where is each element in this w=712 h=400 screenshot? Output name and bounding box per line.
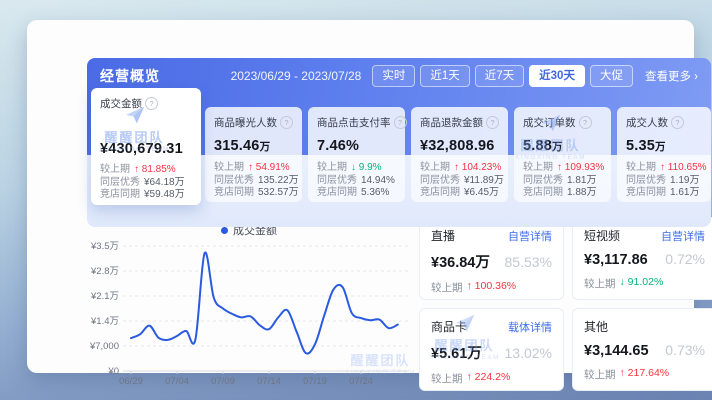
business-overview-page: 经营概览 2023/06/29 - 2023/07/28 实时近1天近7天近30… (0, 0, 712, 400)
panel-title: 商品卡 (431, 318, 467, 335)
change-value: ↓ 9.9% (351, 162, 382, 175)
metric-value: ¥430,679.31 (100, 141, 183, 157)
svg-text:¥2.1万: ¥2.1万 (90, 291, 119, 302)
trend-chart-svg: ¥3.5万 ¥2.8万 ¥2.1万 ¥1.4万 ¥7,000 ¥006/29 07/04 07… (83, 238, 415, 388)
legend-dot-icon (221, 227, 228, 234)
panel-title: 其他 (584, 318, 608, 335)
help-icon[interactable]: ? (671, 116, 684, 129)
svg-text:07/19: 07/19 (303, 376, 327, 387)
time-tab-3[interactable]: 近30天 (529, 65, 585, 87)
carrier-detail-link[interactable]: 载体详情 (508, 319, 552, 335)
svg-text:07/09: 07/09 (211, 376, 235, 387)
svg-text:07/24: 07/24 (349, 376, 373, 387)
svg-text:06/29: 06/29 (119, 376, 143, 387)
metric-label: 成交人数 (626, 115, 668, 130)
change-value: ↑ 81.85% (134, 164, 176, 177)
time-tab-0[interactable]: 实时 (372, 65, 415, 87)
metric-value: 315.46 (214, 138, 260, 154)
metric-card-refund[interactable]: 商品退款金额? ¥32,808.96 较上期↑ 104.23% 同层优秀¥11.… (411, 107, 508, 202)
panel-product-card: 商品卡载体详情 ¥5.61万13.02% 较上期↑ 224.2% (419, 308, 564, 391)
metric-card-gmv[interactable]: 成交金额? ¥430,679.31 较上期↑ 81.85% 同层优秀¥64.18… (91, 88, 201, 205)
change-value: ↑ 109.93% (557, 162, 604, 175)
date-range[interactable]: 2023/06/29 - 2023/07/28 (231, 69, 362, 83)
panel-value: ¥36.84万 (431, 251, 490, 272)
metric-value: ¥32,808.96 (420, 138, 495, 154)
change-value: ↑ 217.64% (620, 367, 670, 382)
svg-text:07/14: 07/14 (257, 376, 281, 387)
change-value: ↑ 100.36% (467, 280, 517, 295)
live-detail-link[interactable]: 自营详情 (508, 228, 552, 244)
svg-text:¥7,000: ¥7,000 (89, 341, 119, 352)
metric-label: 成交订单数 (523, 115, 576, 130)
metric-label: 商品退款金额 (420, 115, 483, 130)
channel-panels: 直播自营详情 ¥36.84万85.53% 较上期↑ 100.36% 短视频自营详… (419, 217, 712, 391)
change-value: ↑ 54.91% (248, 162, 290, 175)
panel-short-video: 短视频自营详情 ¥3,117.860.72% 较上期↓ 91.02% (572, 217, 712, 300)
help-icon[interactable]: ? (486, 116, 499, 129)
help-icon[interactable]: ? (145, 97, 158, 110)
svg-text:¥3.5万: ¥3.5万 (90, 241, 119, 252)
panel-value: ¥3,117.86 (584, 252, 648, 268)
time-tab-1[interactable]: 近1天 (420, 65, 469, 87)
panel-value: ¥5.61万 (431, 342, 482, 363)
metric-label: 商品点击支付率 (317, 115, 391, 130)
panel-other: 其他 ¥3,144.650.73% 较上期↑ 217.64% (572, 308, 712, 391)
help-icon[interactable]: ? (280, 116, 293, 129)
page-title: 经营概览 (100, 66, 160, 86)
metric-card-exposure[interactable]: 商品曝光人数? 315.46万 较上期↑ 54.91% 同层优秀135.22万 … (205, 107, 302, 202)
gmv-trend-chart: 成交金额 ¥3.5万¥2.8万¥2.1万¥1.4万¥7,000¥006/2907… (83, 222, 415, 390)
metric-label: 成交金额 (100, 96, 142, 111)
help-icon[interactable]: ? (579, 116, 592, 129)
panel-share: 85.53% (505, 254, 552, 270)
change-value: ↑ 110.65% (660, 162, 707, 175)
panel-title: 直播 (431, 227, 455, 244)
help-icon[interactable]: ? (394, 116, 407, 129)
time-tab-4[interactable]: 大促 (590, 65, 633, 87)
metric-card-orders[interactable]: 成交订单数? 5.88万 较上期↑ 109.93% 同层优秀1.81万 竞店同期… (514, 107, 611, 202)
svg-text:07/04: 07/04 (165, 376, 189, 387)
panel-live: 直播自营详情 ¥36.84万85.53% 较上期↑ 100.36% (419, 217, 564, 300)
svg-text:¥0: ¥0 (107, 366, 119, 377)
panel-title: 短视频 (584, 227, 620, 244)
svg-text:¥1.4万: ¥1.4万 (90, 316, 119, 327)
panel-share: 13.02% (505, 345, 552, 361)
metric-card-buyers[interactable]: 成交人数? 5.35万 较上期↑ 110.65% 同层优秀1.19万 竞店同期1… (617, 107, 711, 202)
metric-value: 5.88 (523, 138, 552, 154)
panel-share: 0.73% (665, 342, 705, 358)
view-more-link[interactable]: 查看更多 › (645, 68, 698, 84)
metric-value: 7.46% (317, 138, 359, 154)
short-video-detail-link[interactable]: 自营详情 (661, 228, 705, 244)
change-value: ↑ 104.23% (454, 162, 501, 175)
panel-value: ¥3,144.65 (584, 343, 649, 359)
change-value: ↓ 91.02% (620, 276, 664, 291)
time-tab-2[interactable]: 近7天 (475, 65, 524, 87)
svg-text:¥2.8万: ¥2.8万 (90, 266, 119, 277)
chevron-right-icon: › (694, 71, 698, 83)
metric-value: 5.35 (626, 138, 655, 154)
panel-share: 0.72% (665, 251, 705, 267)
overview-card: 经营概览 2023/06/29 - 2023/07/28 实时近1天近7天近30… (27, 20, 694, 373)
metric-label: 商品曝光人数 (214, 115, 277, 130)
metric-card-click-pay-rate[interactable]: 商品点击支付率? 7.46% 较上期↓ 9.9% 同层优秀14.94% 竞店同期… (308, 107, 405, 202)
change-value: ↑ 224.2% (467, 371, 511, 386)
time-tabs: 实时近1天近7天近30天大促 (372, 65, 633, 87)
